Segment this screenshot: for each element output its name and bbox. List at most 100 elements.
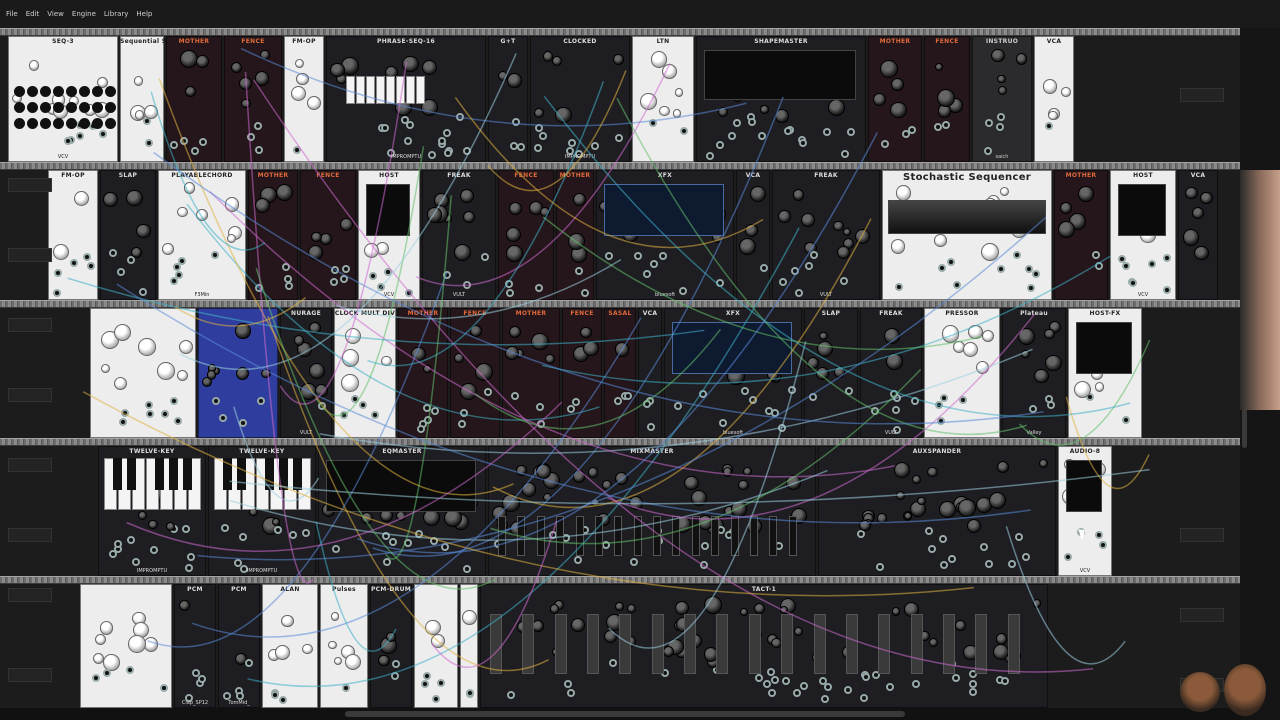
patch-jack[interactable] <box>218 414 227 423</box>
channel-fader[interactable] <box>587 614 600 674</box>
patch-jack[interactable] <box>602 541 611 550</box>
module-mother-7[interactable]: MOTHER <box>502 308 560 438</box>
control-knob[interactable] <box>314 383 328 397</box>
control-knob[interactable] <box>130 246 143 259</box>
patch-jack[interactable] <box>911 680 920 689</box>
patch-jack[interactable] <box>630 558 639 567</box>
patch-jack[interactable] <box>844 387 853 396</box>
control-knob[interactable] <box>745 224 759 237</box>
control-knob[interactable] <box>508 201 522 215</box>
control-knob[interactable] <box>459 188 475 204</box>
patch-jack[interactable] <box>674 401 683 410</box>
control-knob[interactable] <box>224 197 240 212</box>
patch-jack[interactable] <box>181 524 190 533</box>
patch-jack[interactable] <box>351 394 360 403</box>
control-knob[interactable] <box>423 365 432 374</box>
module-pcm-1[interactable]: PCM Clap_SP12 <box>174 584 216 708</box>
channel-fader[interactable] <box>490 614 502 674</box>
channel-fader[interactable] <box>730 516 739 556</box>
patch-jack[interactable] <box>968 679 977 688</box>
control-knob[interactable] <box>567 232 585 250</box>
piano-key[interactable] <box>223 458 232 490</box>
control-knob[interactable] <box>74 190 90 206</box>
control-knob[interactable] <box>601 480 613 491</box>
patch-jack[interactable] <box>239 533 248 542</box>
patch-jack[interactable] <box>783 127 792 136</box>
patch-jack[interactable] <box>886 682 895 691</box>
control-knob[interactable] <box>890 101 907 119</box>
module-slap-2[interactable]: SLAP <box>804 308 858 438</box>
control-knob[interactable] <box>177 206 189 218</box>
control-knob[interactable] <box>103 192 118 208</box>
control-knob[interactable] <box>966 518 981 534</box>
patch-jack[interactable] <box>187 552 196 561</box>
control-knob[interactable] <box>843 227 852 236</box>
module-synth-sampler[interactable] <box>80 584 172 708</box>
patch-jack[interactable] <box>995 123 1004 132</box>
module-gate-1[interactable]: G+T <box>488 36 528 162</box>
patch-jack[interactable] <box>1001 676 1010 685</box>
control-knob[interactable] <box>1059 201 1073 215</box>
control-knob[interactable] <box>582 340 599 357</box>
module-tact-bank[interactable]: TACT-1 <box>480 584 1048 708</box>
patch-jack[interactable] <box>762 679 771 688</box>
control-knob[interactable] <box>426 207 443 223</box>
patch-jack[interactable] <box>793 688 802 697</box>
patch-jack[interactable] <box>719 419 728 428</box>
patch-jack[interactable] <box>779 277 788 286</box>
control-knob[interactable] <box>345 653 362 670</box>
patch-jack[interactable] <box>925 526 934 535</box>
piano-key[interactable] <box>346 76 355 104</box>
control-knob[interactable] <box>662 645 674 657</box>
control-knob[interactable] <box>911 475 921 485</box>
menu-library[interactable]: Library <box>104 10 136 18</box>
patch-jack[interactable] <box>505 288 514 297</box>
control-knob[interactable] <box>544 353 555 364</box>
patch-jack[interactable] <box>1092 250 1101 259</box>
control-knob[interactable] <box>614 472 628 486</box>
patch-jack[interactable] <box>301 528 310 537</box>
patch-jack[interactable] <box>145 138 154 147</box>
patch-jack[interactable] <box>1147 259 1156 268</box>
patch-jack[interactable] <box>1162 253 1171 262</box>
control-knob[interactable] <box>738 479 749 490</box>
patch-jack[interactable] <box>377 282 386 291</box>
patch-jack[interactable] <box>608 658 617 667</box>
patch-jack[interactable] <box>768 688 777 697</box>
step-knob[interactable] <box>40 86 51 97</box>
patch-jack[interactable] <box>844 685 853 694</box>
control-knob[interactable] <box>794 626 803 636</box>
step-knob[interactable] <box>53 102 64 113</box>
module-eqmaster[interactable]: EQMASTER <box>318 446 486 576</box>
step-knob[interactable] <box>14 86 25 97</box>
patch-jack[interactable] <box>221 524 230 533</box>
patch-jack[interactable] <box>414 530 423 539</box>
patch-jack[interactable] <box>862 672 871 681</box>
control-knob[interactable] <box>873 92 887 107</box>
control-knob[interactable] <box>1200 191 1214 205</box>
control-knob[interactable] <box>533 108 544 119</box>
control-knob[interactable] <box>469 324 482 337</box>
patch-jack[interactable] <box>191 147 200 156</box>
patch-jack[interactable] <box>938 263 947 272</box>
patch-jack[interactable] <box>235 691 244 700</box>
patch-jack[interactable] <box>285 282 294 291</box>
patch-jack[interactable] <box>938 535 947 544</box>
control-knob[interactable] <box>543 493 553 503</box>
module-mother-5[interactable]: MOTHER <box>1054 170 1108 300</box>
control-knob[interactable] <box>896 491 906 501</box>
control-knob[interactable] <box>133 76 144 87</box>
control-knob[interactable] <box>626 603 636 614</box>
channel-fader[interactable] <box>691 516 700 556</box>
patch-jack[interactable] <box>615 133 624 142</box>
control-knob[interactable] <box>402 55 420 73</box>
patch-jack[interactable] <box>392 659 401 668</box>
control-knob[interactable] <box>1000 186 1010 196</box>
control-knob[interactable] <box>94 633 107 646</box>
menu-help[interactable]: Help <box>136 10 160 18</box>
patch-jack[interactable] <box>820 695 829 704</box>
control-knob[interactable] <box>740 607 749 616</box>
patch-jack[interactable] <box>1122 262 1131 271</box>
patch-jack[interactable] <box>948 554 957 563</box>
piano-key[interactable] <box>155 458 164 490</box>
